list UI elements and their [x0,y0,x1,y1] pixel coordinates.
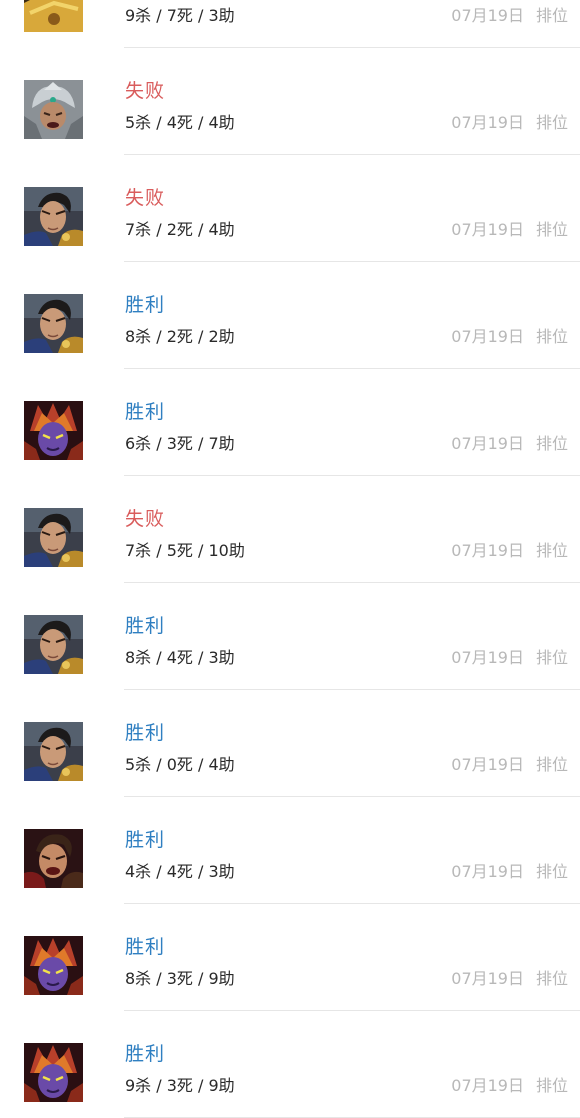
purple-demon-hero-portrait-icon [24,401,83,460]
match-result: 失败 [125,80,166,102]
match-row[interactable]: 胜利 4杀 / 4死 / 3助 07月19日 排位 [0,797,580,904]
match-kda: 7杀 / 5死 / 10助 [125,541,245,560]
match-result: 失败 [125,508,166,530]
dark-haired-swordsman-portrait-icon [24,508,83,567]
shouting-warrior-portrait-icon [24,829,83,888]
match-row[interactable]: 胜利 5杀 / 0死 / 4助 07月19日 排位 [0,690,580,797]
match-mode: 排位 [535,862,568,881]
match-mode: 排位 [535,434,568,453]
match-kda: 8杀 / 2死 / 2助 [125,327,235,346]
match-kda: 6杀 / 3死 / 7助 [125,434,235,453]
match-mode: 排位 [535,220,568,239]
dark-haired-swordsman-portrait-icon [24,615,83,674]
purple-demon-hero-portrait-icon [24,1043,83,1102]
match-date: 07月19日 [451,327,524,346]
purple-demon-hero-portrait-icon [24,936,83,995]
silver-helmet-warrior-portrait-icon [24,80,83,139]
match-kda: 9杀 / 3死 / 9助 [125,1076,235,1095]
match-kda: 7杀 / 2死 / 4助 [125,220,235,239]
match-kda: 8杀 / 3死 / 9助 [125,969,235,988]
match-mode: 排位 [535,113,568,132]
match-kda: 5杀 / 0死 / 4助 [125,755,235,774]
match-history-list: 9杀 / 7死 / 3助 07月19日 排位 失败 5杀 / 4死 / 4助 07月19日… [0,0,580,1118]
match-row[interactable]: 胜利 8杀 / 3死 / 9助 07月19日 排位 [0,904,580,1011]
match-mode: 排位 [535,1076,568,1095]
match-date: 07月19日 [451,755,524,774]
match-kda: 4杀 / 4死 / 3助 [125,862,235,881]
match-row[interactable]: 胜利 8杀 / 4死 / 3助 07月19日 排位 [0,583,580,690]
match-result: 胜利 [125,936,166,958]
match-result: 胜利 [125,615,166,637]
hero-avatar [24,80,83,139]
match-row[interactable]: 9杀 / 7死 / 3助 07月19日 排位 [0,0,580,48]
hero-avatar [24,294,83,353]
dark-haired-swordsman-portrait-icon [24,294,83,353]
gold-armored-hero-portrait-icon [24,0,83,32]
match-mode: 排位 [535,648,568,667]
hero-avatar [24,401,83,460]
match-mode: 排位 [535,755,568,774]
hero-avatar [24,615,83,674]
match-date: 07月19日 [451,434,524,453]
match-date: 07月19日 [451,1076,524,1095]
match-result: 胜利 [125,1043,166,1065]
match-row[interactable]: 胜利 8杀 / 2死 / 2助 07月19日 排位 [0,262,580,369]
match-mode: 排位 [535,327,568,346]
match-result: 胜利 [125,401,166,423]
match-kda: 9杀 / 7死 / 3助 [125,6,235,25]
hero-avatar [24,0,83,32]
dark-haired-swordsman-portrait-icon [24,722,83,781]
match-date: 07月19日 [451,113,524,132]
hero-avatar [24,508,83,567]
match-date: 07月19日 [451,6,524,25]
match-row[interactable]: 胜利 9杀 / 3死 / 9助 07月19日 排位 [0,1011,580,1118]
match-date: 07月19日 [451,862,524,881]
match-result: 胜利 [125,294,166,316]
hero-avatar [24,829,83,888]
match-mode: 排位 [535,6,568,25]
match-date: 07月19日 [451,648,524,667]
match-result: 胜利 [125,829,166,851]
match-result: 胜利 [125,722,166,744]
hero-avatar [24,722,83,781]
match-mode: 排位 [535,969,568,988]
hero-avatar [24,187,83,246]
dark-haired-swordsman-portrait-icon [24,187,83,246]
match-kda: 5杀 / 4死 / 4助 [125,113,235,132]
match-row[interactable]: 失败 7杀 / 5死 / 10助 07月19日 排位 [0,476,580,583]
match-row[interactable]: 胜利 6杀 / 3死 / 7助 07月19日 排位 [0,369,580,476]
match-row[interactable]: 失败 5杀 / 4死 / 4助 07月19日 排位 [0,48,580,155]
match-date: 07月19日 [451,220,524,239]
match-date: 07月19日 [451,541,524,560]
match-mode: 排位 [535,541,568,560]
match-date: 07月19日 [451,969,524,988]
hero-avatar [24,936,83,995]
hero-avatar [24,1043,83,1102]
match-row[interactable]: 失败 7杀 / 2死 / 4助 07月19日 排位 [0,155,580,262]
match-kda: 8杀 / 4死 / 3助 [125,648,235,667]
match-result: 失败 [125,187,166,209]
